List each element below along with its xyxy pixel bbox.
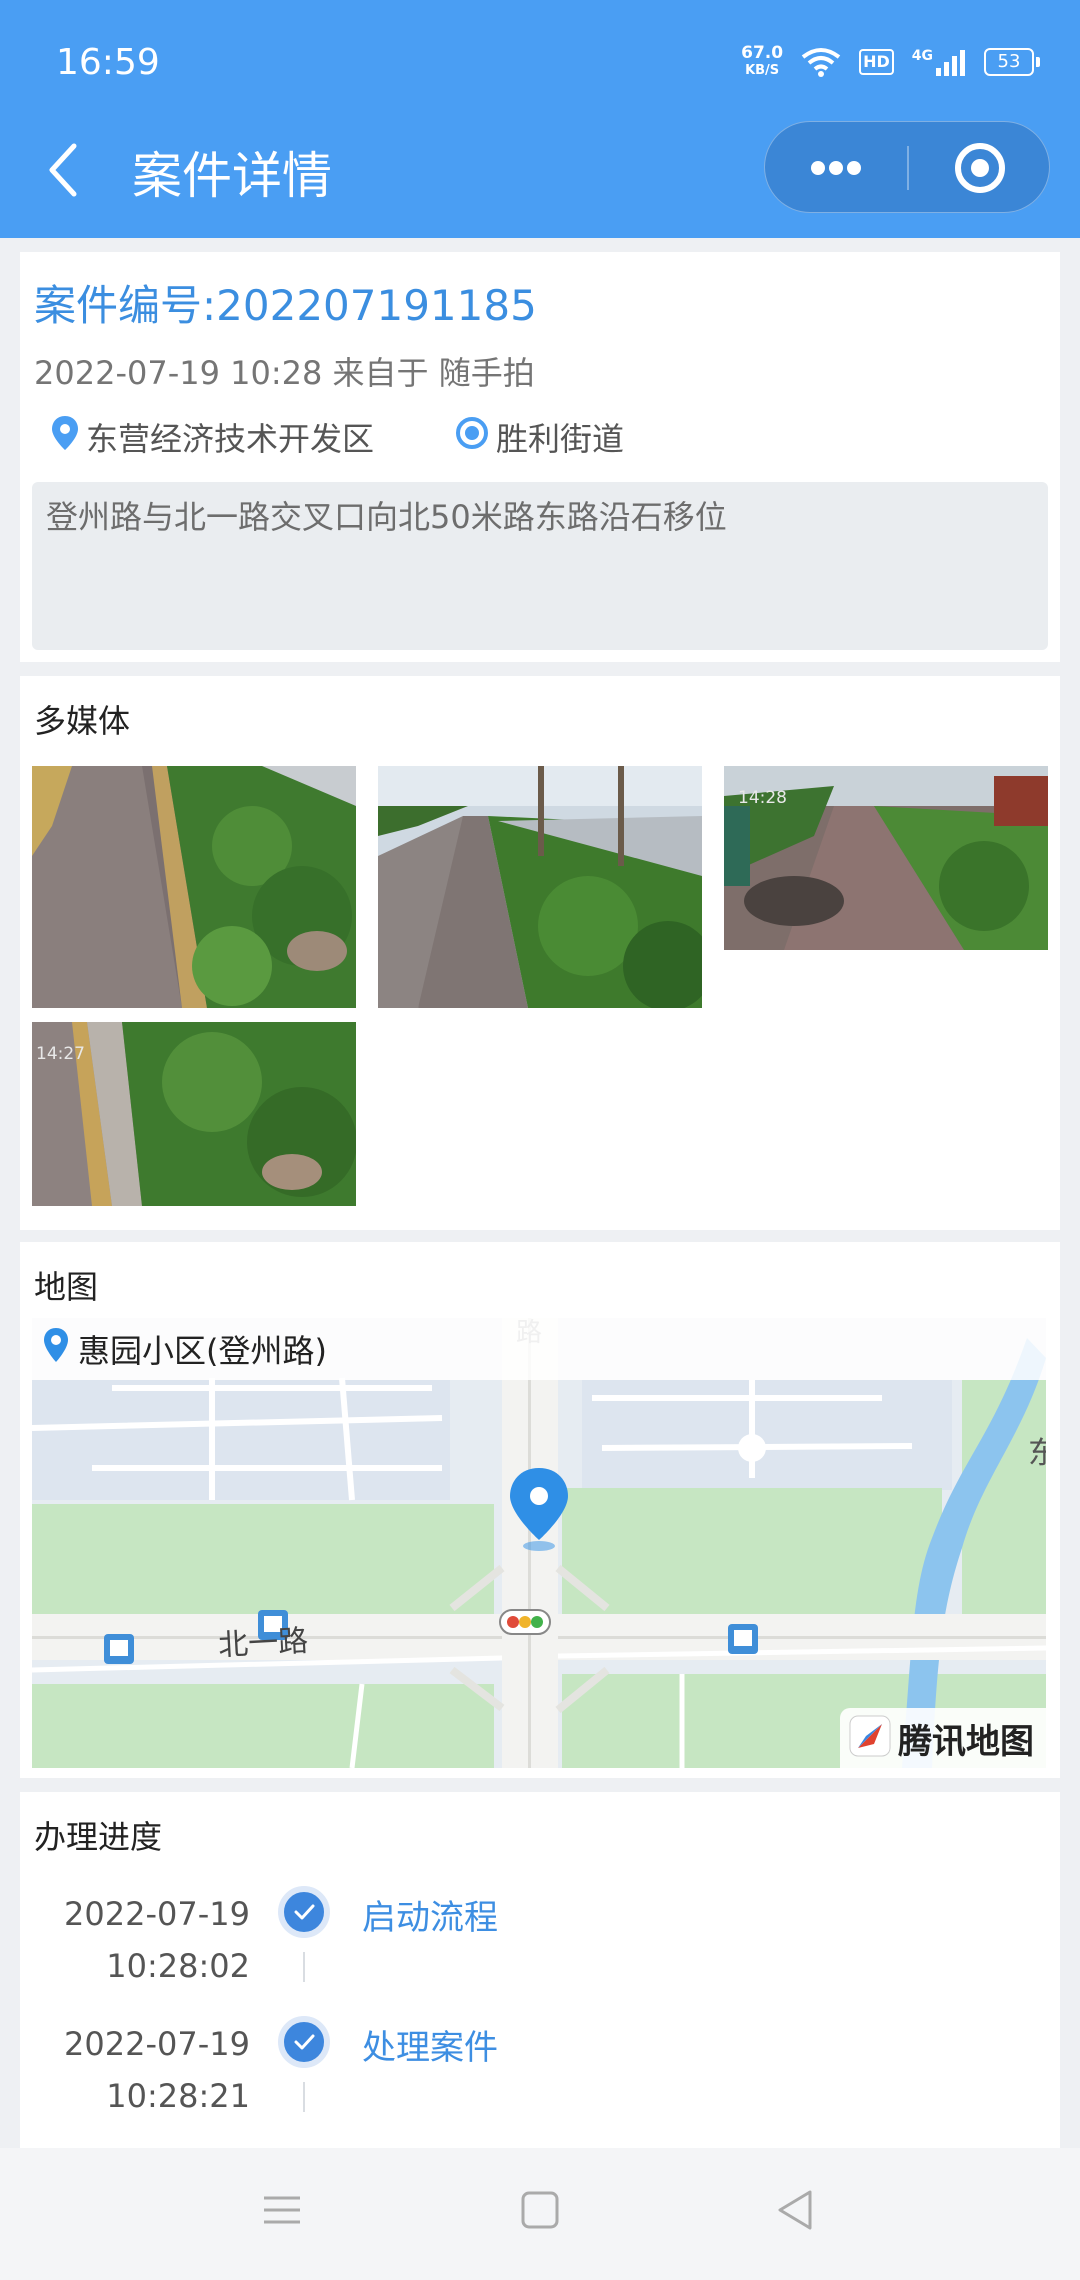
step-2-time: 10:28:21 bbox=[106, 2077, 250, 2115]
map-road-label: 北一路 bbox=[217, 1623, 310, 1664]
street-name: 胜利街道 bbox=[496, 420, 625, 458]
step-1-time: 10:28:02 bbox=[106, 1947, 250, 1985]
wifi-icon bbox=[801, 47, 841, 77]
case-info-card: 案件编号:202207191185 2022-07-19 10:28 来自于 随… bbox=[20, 252, 1060, 662]
case-meta: 2022-07-19 10:28 来自于 随手拍 bbox=[34, 354, 535, 392]
back-triangle-icon[interactable] bbox=[766, 2180, 826, 2240]
step-1-date: 2022-07-19 bbox=[64, 1895, 250, 1933]
location-pin-icon bbox=[50, 414, 80, 460]
battery-level: 53 bbox=[984, 48, 1034, 76]
media-card: 多媒体 14:28 14:27 bbox=[20, 676, 1060, 1230]
page-title: 案件详情 bbox=[132, 147, 332, 205]
step-2-label: 处理案件 bbox=[362, 2028, 498, 2068]
more-dots-icon[interactable] bbox=[765, 122, 907, 214]
case-number: 案件编号:202207191185 bbox=[34, 281, 537, 330]
photo-thumbnail-2[interactable] bbox=[378, 766, 702, 1008]
map-view[interactable]: 北一路 路 东 惠园小区(登州路) 腾讯地图 bbox=[32, 1318, 1046, 1768]
hd-icon: HD bbox=[859, 49, 894, 75]
media-title: 多媒体 bbox=[34, 702, 131, 740]
battery-icon: 53 bbox=[984, 48, 1040, 76]
check-circle-icon bbox=[278, 2016, 330, 2068]
home-icon[interactable] bbox=[510, 2180, 570, 2240]
network-type: 4G bbox=[911, 48, 933, 64]
photo-thumbnail-4[interactable]: 14:27 bbox=[32, 1022, 356, 1206]
timeline-connector bbox=[303, 1952, 305, 1982]
street-tag: 胜利街道 bbox=[454, 414, 624, 460]
back-chevron-icon[interactable] bbox=[44, 140, 84, 200]
progress-title: 办理进度 bbox=[34, 1818, 163, 1856]
step-1-datetime: 2022-07-19 10:28:02 bbox=[30, 1888, 250, 1992]
map-canvas bbox=[32, 1318, 1046, 1768]
map-place-bar: 惠园小区(登州路) bbox=[32, 1318, 1046, 1380]
photo-timestamp: 14:28 bbox=[738, 788, 787, 808]
step-1-label: 启动流程 bbox=[362, 1898, 498, 1938]
map-brand-text: 腾讯地图 bbox=[898, 1721, 1034, 1762]
tencent-map-logo-icon bbox=[848, 1714, 892, 1762]
photo-thumbnail-1[interactable] bbox=[32, 766, 356, 1008]
map-brand-badge: 腾讯地图 bbox=[840, 1708, 1046, 1768]
system-nav-bar bbox=[0, 2148, 1080, 2280]
network-speed: 67.0 KB/S bbox=[741, 44, 783, 80]
district-name: 东营经济技术开发区 bbox=[86, 420, 375, 458]
location-target-icon bbox=[454, 415, 490, 459]
menu-icon[interactable] bbox=[252, 2180, 312, 2240]
map-title: 地图 bbox=[34, 1268, 99, 1306]
status-time: 16:59 bbox=[56, 42, 160, 83]
step-2-date: 2022-07-19 bbox=[64, 2025, 250, 2063]
map-card: 地图 北一路 东 惠园小区(登州路) 腾讯地图 bbox=[20, 1242, 1060, 1778]
target-circle-icon[interactable] bbox=[909, 122, 1051, 214]
map-pin-icon bbox=[42, 1326, 70, 1372]
district-tag: 东营经济技术开发区 bbox=[50, 414, 374, 460]
status-icons: 67.0 KB/S HD 4G 53 bbox=[741, 44, 1040, 80]
progress-card: 办理进度 2022-07-19 10:28:02 启动流程 2022-07-19… bbox=[20, 1792, 1060, 2148]
speed-value: 67.0 bbox=[741, 43, 784, 63]
mini-program-capsule bbox=[764, 121, 1050, 213]
speed-unit: KB/S bbox=[745, 63, 780, 78]
signal-icon: 4G bbox=[912, 48, 966, 76]
case-description: 登州路与北一路交叉口向北50米路东路沿石移位 bbox=[46, 498, 727, 536]
map-place-name: 惠园小区(登州路) bbox=[78, 1332, 327, 1370]
timeline-connector bbox=[303, 2082, 305, 2112]
map-edge-label: 东 bbox=[1028, 1436, 1046, 1471]
photo-timestamp: 14:27 bbox=[36, 1044, 85, 1064]
top-bar: 16:59 67.0 KB/S HD 4G 53 案件详情 bbox=[0, 0, 1080, 238]
check-circle-icon bbox=[278, 1886, 330, 1938]
photo-thumbnail-3[interactable]: 14:28 bbox=[724, 766, 1048, 950]
step-2-datetime: 2022-07-19 10:28:21 bbox=[30, 2018, 250, 2122]
case-description-box: 登州路与北一路交叉口向北50米路东路沿石移位 bbox=[32, 482, 1048, 650]
